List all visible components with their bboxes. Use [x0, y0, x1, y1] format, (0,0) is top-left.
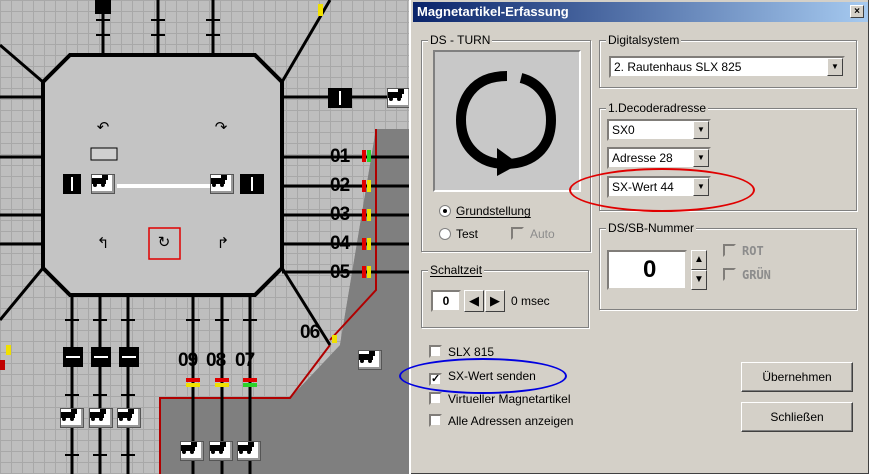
locomotive-icon	[210, 174, 234, 194]
turn-left-icon[interactable]: ↶	[92, 117, 114, 139]
checkbox-rot-label: ROT	[742, 244, 764, 258]
adresse-select[interactable]: Adresse 28 ▼	[607, 147, 711, 169]
sx-bus-value: SX0	[612, 123, 635, 137]
track-number: 09	[178, 350, 198, 371]
checkbox-sx-wert-senden[interactable]: ✓ SX-Wert senden	[429, 369, 536, 386]
checkbox-virtueller-magnetartikel[interactable]: Virtueller Magnetartikel	[429, 392, 571, 406]
radio-grundstellung[interactable]: Grundstellung	[439, 204, 531, 218]
checkbox-alle-adressen-label: Alle Adressen anzeigen	[448, 414, 574, 428]
chevron-down-icon[interactable]: ▼	[827, 58, 843, 76]
checkbox-gruen-label: GRÜN	[742, 268, 771, 282]
radio-test[interactable]: Test	[439, 227, 478, 241]
schaltzeit-legend: Schaltzeit	[428, 263, 485, 277]
chevron-down-icon[interactable]: ▼	[693, 149, 709, 167]
locomotive-icon	[237, 441, 261, 461]
adresse-value: Adresse 28	[612, 151, 673, 165]
checkbox-alle-adressen[interactable]: Alle Adressen anzeigen	[429, 414, 573, 428]
locomotive-icon	[180, 441, 204, 461]
rotate-icon[interactable]: ↻	[153, 232, 175, 254]
ds-turn-preview	[433, 50, 581, 192]
rotate-preview-icon	[455, 71, 557, 176]
track-number: 02	[330, 175, 350, 196]
radio-grundstellung-label: Grundstellung	[456, 204, 531, 218]
track-number: 03	[330, 204, 350, 225]
checkbox-gruen[interactable]: GRÜN	[723, 268, 771, 282]
ds-sb-up-button[interactable]: ▲	[691, 250, 707, 270]
locomotive-icon	[91, 174, 115, 194]
sx-bus-select[interactable]: SX0 ▼	[607, 119, 711, 141]
digitalsystem-legend: Digitalsystem	[606, 33, 682, 47]
step-right-icon[interactable]: ↱	[212, 233, 234, 255]
digitalsystem-value: 2. Rautenhaus SLX 825	[614, 60, 742, 74]
checkbox-slx815-label: SLX 815	[448, 345, 495, 359]
track-number: 07	[235, 350, 255, 371]
dialog-title: Magnetartikel-Erfassung	[417, 4, 569, 19]
track-number: 08	[206, 350, 226, 371]
sx-wert-select[interactable]: SX-Wert 44 ▼	[607, 176, 711, 198]
track-number: 05	[330, 262, 350, 283]
ds-sb-down-button[interactable]: ▼	[691, 270, 707, 290]
locomotive-icon	[358, 350, 382, 370]
radio-test-label: Test	[456, 227, 479, 241]
checkbox-auto-label: Auto	[530, 227, 555, 241]
checkbox-slx815[interactable]: SLX 815	[429, 345, 494, 359]
chevron-down-icon[interactable]: ▼	[693, 178, 709, 196]
sx-wert-value: SX-Wert 44	[612, 180, 674, 194]
locomotive-icon	[209, 441, 233, 461]
locomotive-icon	[89, 408, 113, 428]
track-number: 01	[330, 146, 350, 167]
locomotive-icon	[387, 88, 409, 108]
uebernehmen-button[interactable]: Übernehmen	[741, 362, 853, 392]
ds-turn-legend: DS - TURN	[428, 33, 493, 47]
dialog-titlebar[interactable]: Magnetartikel-Erfassung ×	[413, 2, 868, 22]
decoderadresse-legend: 1.Decoderadresse	[606, 101, 709, 115]
schaltzeit-decrease-button[interactable]: ◀	[464, 290, 484, 312]
schaltzeit-unit: 0 msec	[511, 294, 550, 308]
track-number: 04	[330, 233, 350, 254]
close-button[interactable]: ×	[850, 5, 864, 18]
schaltzeit-increase-button[interactable]: ▶	[485, 290, 505, 312]
checkbox-virtueller-label: Virtueller Magnetartikel	[448, 392, 571, 406]
schaltzeit-value[interactable]: 0	[431, 290, 461, 312]
digitalsystem-select[interactable]: 2. Rautenhaus SLX 825 ▼	[609, 56, 845, 78]
track-number: 06	[300, 322, 320, 343]
locomotive-icon	[60, 408, 84, 428]
track-layout-view: ↶ ↷ ↰ ↻ ↱ 01 02 03 04 05 06 09 08 07	[0, 0, 409, 474]
checkbox-sx-wert-senden-label: SX-Wert senden	[448, 369, 536, 383]
ds-sb-legend: DS/SB-Nummer	[606, 221, 697, 235]
step-left-icon[interactable]: ↰	[92, 233, 114, 255]
checkbox-auto[interactable]: Auto	[511, 227, 555, 241]
schliessen-button[interactable]: Schließen	[741, 402, 853, 432]
turn-right-icon[interactable]: ↷	[210, 117, 232, 139]
locomotive-icon	[117, 408, 141, 428]
checkbox-rot[interactable]: ROT	[723, 244, 764, 258]
magnetartikel-dialog: Magnetartikel-Erfassung × DS - TURN Grun…	[399, 0, 869, 474]
chevron-down-icon[interactable]: ▼	[693, 121, 709, 139]
ds-sb-number-field[interactable]: 0	[607, 250, 687, 290]
